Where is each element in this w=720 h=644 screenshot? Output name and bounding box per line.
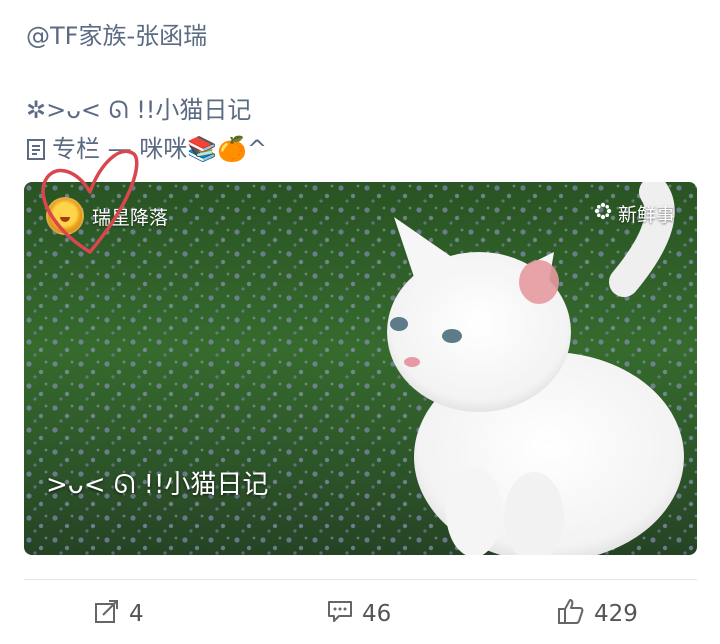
comment-count: 46 <box>362 601 392 627</box>
post-title: ✲>ᴗ< ᘏ !!小猫日记 <box>26 96 252 124</box>
card-caption: >ᴗ< ᘏ !!小猫日记 <box>46 470 269 500</box>
repost-icon <box>93 597 121 631</box>
comment-icon <box>326 597 354 631</box>
thumbs-up-icon <box>556 596 586 632</box>
mention-text[interactable]: @TF家族-张函瑞 <box>26 20 207 52</box>
source-badge: 新鲜事 <box>594 200 675 227</box>
divider <box>24 579 697 580</box>
star-icon <box>594 202 612 225</box>
comment-button[interactable]: 46 <box>326 592 391 636</box>
action-bar: 4 46 429 <box>0 592 720 636</box>
source-label: 新鲜事 <box>617 204 675 226</box>
like-count: 429 <box>594 601 638 627</box>
repost-button[interactable]: 4 <box>93 592 144 636</box>
repost-count: 4 <box>129 601 144 627</box>
heart-doodle <box>41 149 139 254</box>
like-button[interactable]: 429 <box>556 592 638 636</box>
